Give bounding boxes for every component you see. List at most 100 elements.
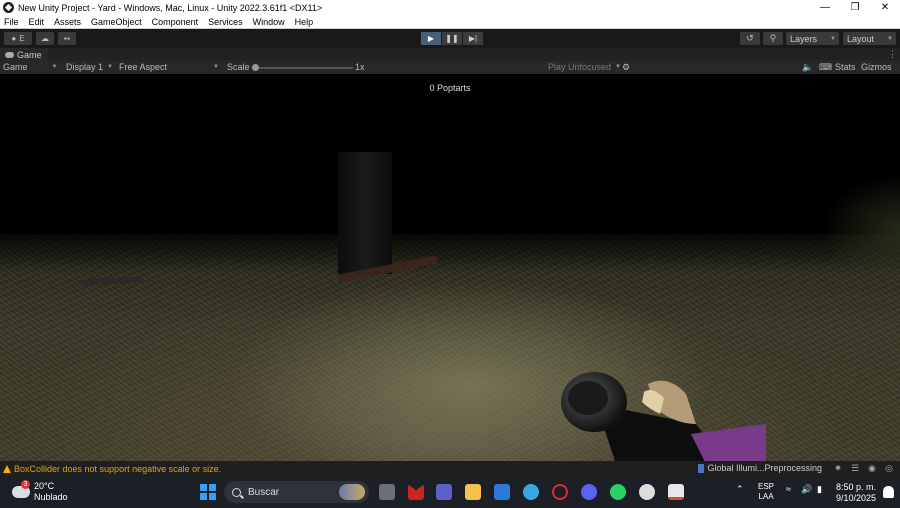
play-controls: ▶ ❚❚ ▶| [421, 32, 484, 45]
account-initial: E [19, 34, 25, 43]
minimize-icon[interactable]: — [810, 0, 840, 15]
windows-start-icon[interactable] [200, 484, 216, 500]
app-taskbar-icon[interactable] [668, 484, 684, 500]
search-icon [232, 487, 241, 497]
scale-slider[interactable] [257, 67, 353, 69]
tab-game[interactable]: Game [0, 48, 48, 61]
chevron-down-icon: ▼ [51, 64, 58, 70]
progress-bar [698, 463, 705, 473]
unity-taskbar-icon[interactable] [639, 484, 655, 500]
account-icon: ● [11, 34, 17, 43]
game-mode-label: Game [3, 62, 28, 72]
debug-icon[interactable]: ◉ [866, 463, 878, 473]
cloud-icon: ☁ [41, 34, 49, 43]
gamepad-icon [5, 51, 14, 58]
gizmos-button[interactable]: Gizmos [861, 62, 892, 72]
lang-bottom: LAA [758, 492, 774, 501]
file-explorer-icon[interactable] [465, 484, 481, 500]
chevron-up-icon[interactable]: ⌃ [736, 484, 744, 495]
display-dropdown[interactable]: Display 1 ▼ [66, 62, 113, 72]
store-icon[interactable] [494, 484, 510, 500]
window-title: New Unity Project - Yard - Windows, Mac,… [18, 2, 323, 13]
menu-edit[interactable]: Edit [29, 17, 45, 27]
opera-icon[interactable] [552, 484, 568, 500]
teams-icon[interactable] [436, 484, 452, 500]
console-warning[interactable]: BoxCollider does not support negative sc… [14, 464, 221, 474]
gi-progress-label[interactable]: Global Illumi...Preprocessing [707, 463, 822, 473]
toolbar-right: ↺ ⚲ Layers ▼ Layout ▼ [740, 32, 900, 45]
status-bar: BoxCollider does not support negative sc… [0, 461, 900, 476]
language-indicator[interactable]: ESP LAA [758, 482, 774, 502]
menu-bar: File Edit Assets GameObject Component Se… [0, 15, 900, 29]
menu-services[interactable]: Services [208, 17, 243, 27]
weather-widget[interactable]: 3 20°C Nublado [12, 480, 68, 503]
game-viewport[interactable]: 0 Poptarts [0, 74, 900, 461]
menu-window[interactable]: Window [253, 17, 285, 27]
game-mode-dropdown[interactable]: Game ▼ [3, 62, 57, 72]
history-icon[interactable]: ↺ [740, 32, 760, 45]
menu-assets[interactable]: Assets [54, 17, 81, 27]
layers-label: Layers [790, 33, 818, 44]
window-controls: — ❐ ✕ [810, 0, 900, 15]
clock[interactable]: 8:50 p. m. 9/10/2025 [836, 482, 876, 504]
more-options-icon[interactable]: ⋮ [888, 49, 897, 60]
cache-icon[interactable]: ☰ [849, 463, 861, 473]
menu-file[interactable]: File [4, 17, 19, 27]
search-highlight-image [339, 484, 365, 500]
search-placeholder: Buscar [248, 486, 280, 498]
bake-icon[interactable]: ✷ [832, 463, 844, 473]
cloud-weather-icon: 3 [12, 480, 30, 498]
chevron-down-icon: ▼ [830, 35, 836, 42]
search-icon[interactable]: ⚲ [763, 32, 783, 45]
task-view-icon[interactable] [379, 484, 395, 500]
weather-temp: 20°C [34, 481, 55, 491]
bug-icon[interactable]: ⚙ [622, 62, 630, 73]
keyboard-icon[interactable]: ⌨ [819, 62, 832, 73]
wifi-icon[interactable]: ≈ [786, 484, 791, 494]
account-button[interactable]: ● E [4, 32, 32, 45]
mute-audio-icon[interactable]: 🔈 [802, 62, 813, 73]
close-icon[interactable]: ✕ [870, 0, 900, 15]
tab-bar: Game ⋮ [0, 48, 900, 61]
cloud-button[interactable]: ☁ [36, 32, 54, 45]
tab-game-label: Game [17, 49, 42, 60]
layout-label: Layout [847, 33, 875, 44]
weather-badge: 3 [21, 480, 30, 489]
menu-component[interactable]: Component [152, 17, 199, 27]
volume-icon[interactable]: 🔊 [801, 484, 812, 495]
aspect-label: Free Aspect [119, 62, 168, 72]
discord-icon[interactable] [581, 484, 597, 500]
pause-icon[interactable]: ❚❚ [442, 32, 462, 45]
scale-slider-handle[interactable] [252, 64, 259, 71]
edge-icon[interactable] [523, 484, 539, 500]
play-icon[interactable]: ▶ [421, 32, 441, 45]
menu-help[interactable]: Help [295, 17, 314, 27]
clock-date: 9/10/2025 [835, 493, 876, 503]
whatsapp-icon[interactable] [610, 484, 626, 500]
warning-icon [3, 464, 11, 473]
version-control-button[interactable]: ↭ [58, 32, 76, 45]
restore-icon[interactable]: ❐ [840, 0, 870, 15]
tree-foliage [820, 174, 900, 284]
layers-dropdown[interactable]: Layers ▼ [786, 32, 839, 45]
unity-logo-icon [3, 2, 14, 13]
play-focus-dropdown[interactable]: Play Unfocused ▼ [548, 62, 621, 72]
aspect-dropdown[interactable]: Free Aspect ▼ [119, 62, 219, 72]
display-label: Display 1 [66, 62, 104, 72]
scale-label: Scale [227, 62, 250, 72]
stats-button[interactable]: Stats [835, 62, 856, 72]
windows-taskbar: 3 20°C Nublado Buscar ⌃ ESP LAA ≈ 🔊 ▮ 8:… [0, 476, 900, 508]
battery-icon[interactable]: ▮ [817, 484, 822, 495]
layout-dropdown[interactable]: Layout ▼ [843, 32, 896, 45]
notification-bell-icon[interactable] [883, 486, 894, 498]
mcafee-icon[interactable] [408, 484, 424, 500]
step-icon[interactable]: ▶| [463, 32, 483, 45]
taskbar-search[interactable]: Buscar [224, 481, 369, 503]
lang-top: ESP [758, 482, 775, 491]
settings-icon[interactable]: ◎ [883, 463, 895, 473]
clock-time: 8:50 p. m. [835, 482, 876, 492]
version-control-icon: ↭ [63, 34, 71, 43]
chevron-down-icon: ▼ [887, 35, 893, 42]
menu-gameobject[interactable]: GameObject [91, 17, 142, 27]
chevron-down-icon: ▼ [615, 64, 621, 70]
